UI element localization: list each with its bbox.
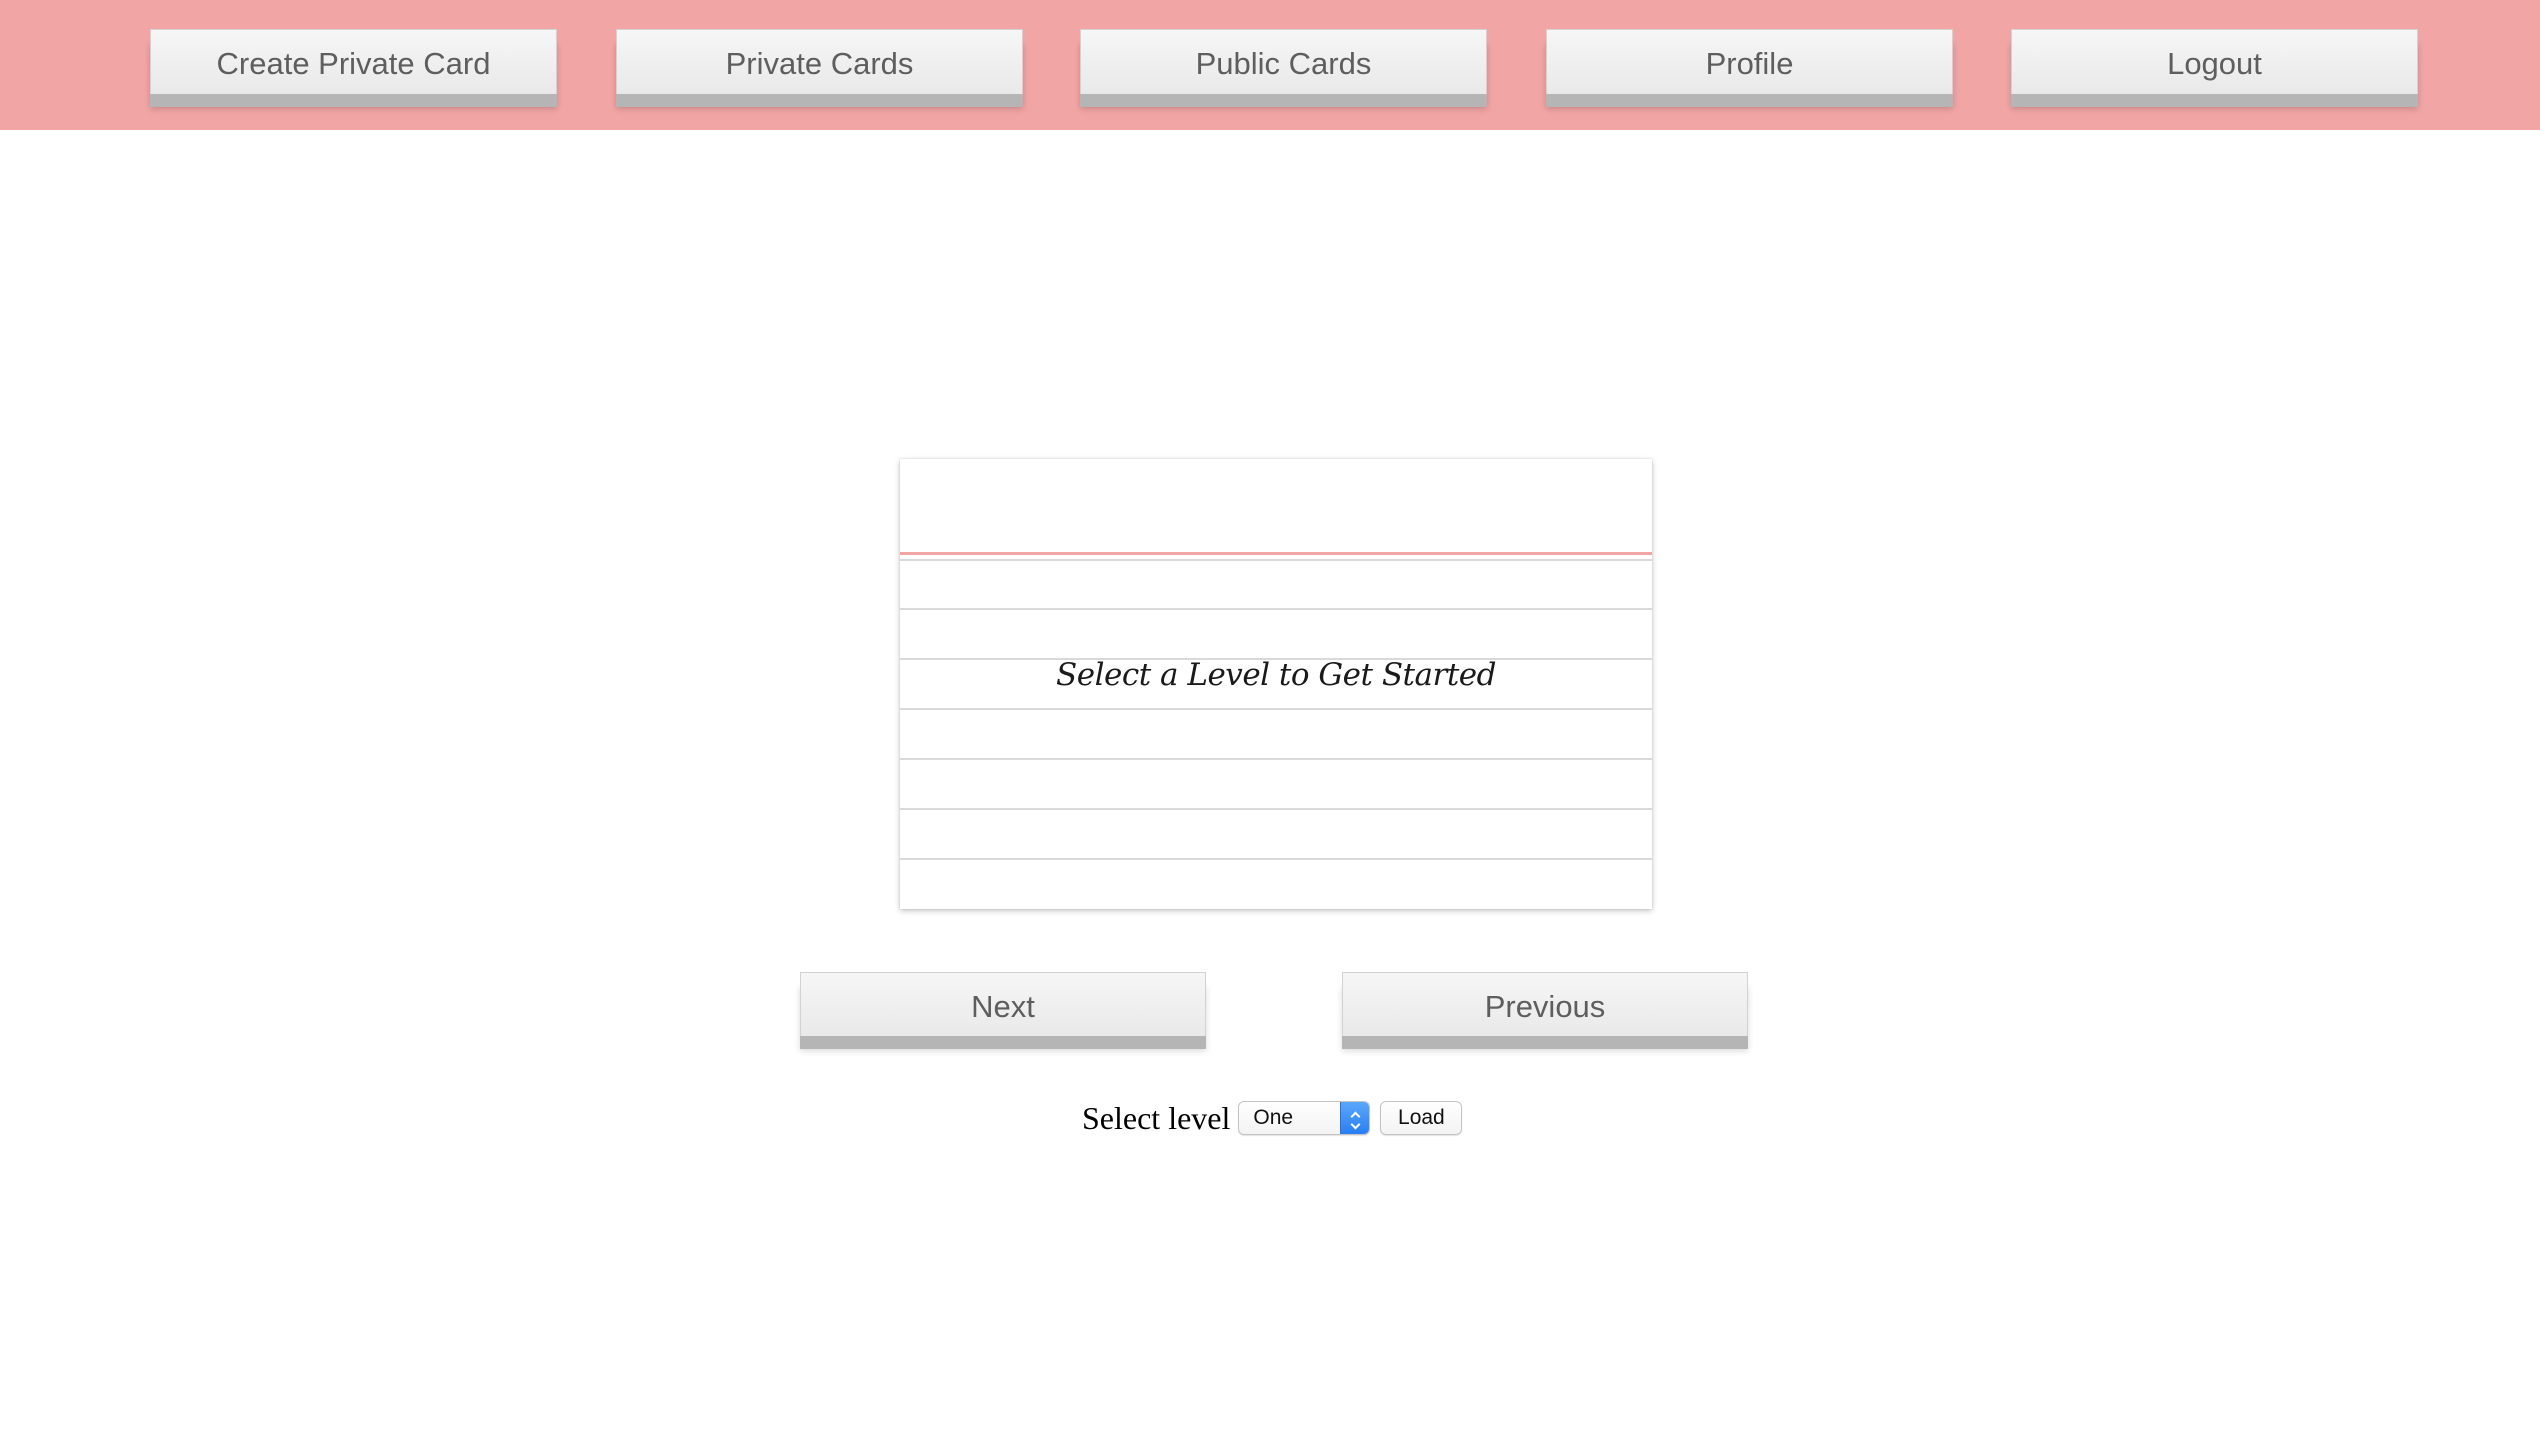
level-select-value: One (1253, 1106, 1294, 1129)
level-select[interactable]: One (1238, 1101, 1371, 1135)
card-rule-line (900, 708, 1652, 710)
card-rule-line (900, 758, 1652, 760)
select-level-label: Select level (1082, 1099, 1231, 1136)
nav-profile-button[interactable]: Profile (1546, 29, 1953, 94)
nav-create-private-card-button[interactable]: Create Private Card (150, 29, 557, 94)
load-button[interactable]: Load (1380, 1101, 1463, 1135)
card-header (900, 459, 1652, 555)
card-rule-line (900, 608, 1652, 610)
top-nav-bar: Create Private Card Private Cards Public… (0, 0, 2540, 130)
card-rule-line (900, 858, 1652, 860)
previous-button[interactable]: Previous (1342, 972, 1748, 1036)
card-rule-line (900, 559, 1652, 561)
card-rule-line (900, 808, 1652, 810)
card-message: Select a Level to Get Started (1056, 657, 1496, 693)
next-button[interactable]: Next (800, 972, 1206, 1036)
nav-private-cards-button[interactable]: Private Cards (616, 29, 1023, 94)
level-selector-row: Select level One Load (1082, 1098, 1463, 1138)
nav-logout-button[interactable]: Logout (2011, 29, 2418, 94)
flash-card: Select a Level to Get Started (900, 459, 1652, 909)
nav-public-cards-button[interactable]: Public Cards (1080, 29, 1487, 94)
chevron-up-down-icon[interactable] (1340, 1102, 1370, 1134)
